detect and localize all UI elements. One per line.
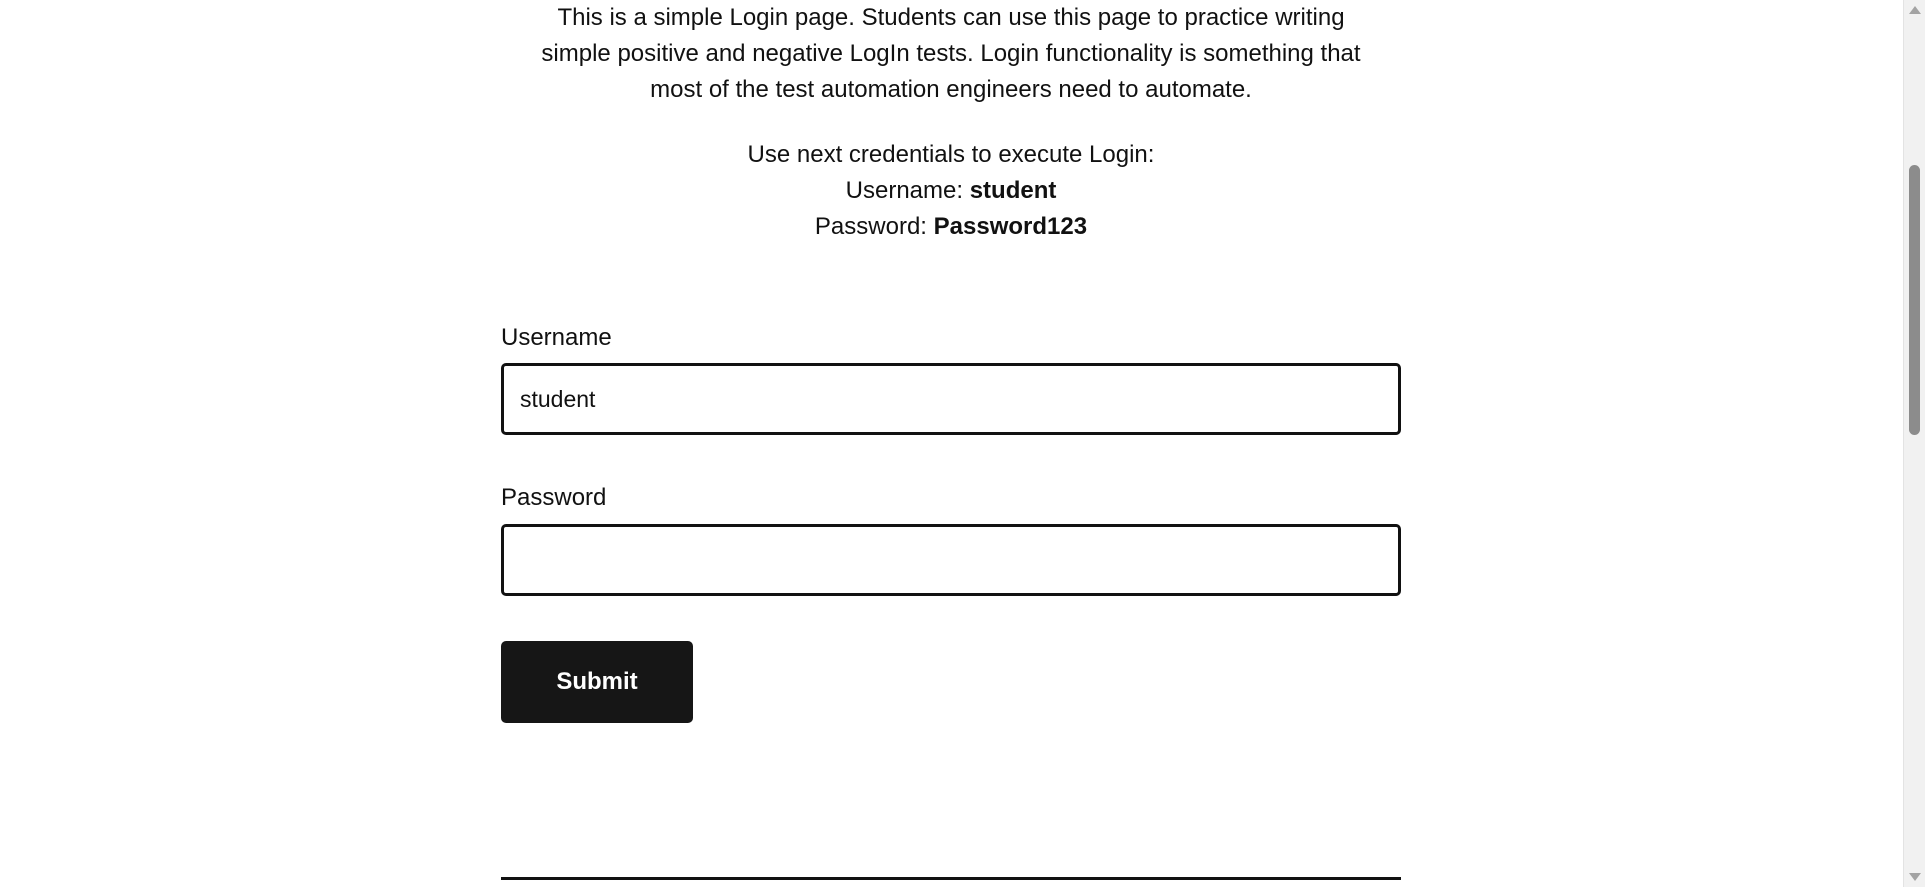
credentials-password-label: Password: [814, 213, 927, 240]
credentials-password-line: Password: Password123 [501, 209, 1401, 245]
credentials-username-value: student [969, 177, 1057, 204]
scroll-up-arrow-icon[interactable] [1909, 6, 1921, 14]
section-divider [501, 877, 1401, 880]
credentials-info: Use next credentials to execute Login: U… [501, 137, 1401, 245]
credentials-username-label: Username: [845, 177, 964, 204]
credentials-username-line: Username: student [501, 173, 1401, 209]
submit-button[interactable]: Submit [501, 641, 693, 723]
username-label: Username [501, 324, 612, 351]
password-label: Password [501, 484, 607, 511]
page-viewport: This is a simple Login page. Students ca… [0, 0, 1925, 887]
vertical-scrollbar[interactable] [1903, 0, 1925, 887]
password-input[interactable] [501, 524, 1401, 596]
intro-text: This is a simple Login page. Students ca… [541, 4, 1361, 103]
credentials-heading: Use next credentials to execute Login: [747, 141, 1155, 168]
username-input[interactable] [501, 363, 1401, 435]
scroll-down-arrow-icon[interactable] [1909, 873, 1921, 881]
credentials-password-value: Password123 [933, 213, 1088, 240]
scrollbar-thumb[interactable] [1909, 165, 1920, 435]
